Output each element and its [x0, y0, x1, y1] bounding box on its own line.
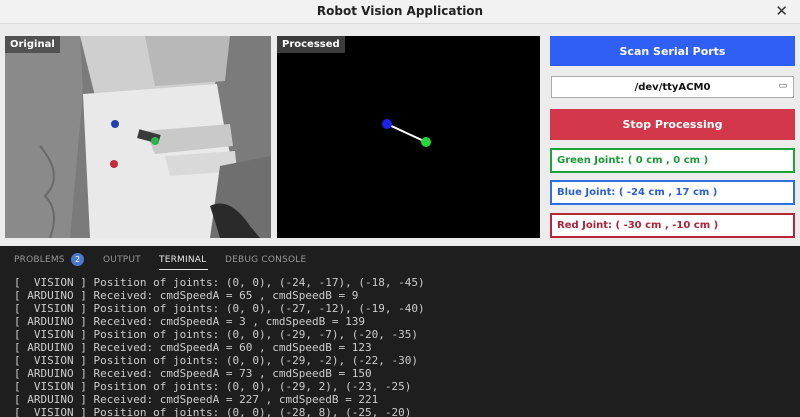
- serial-port-value: /dev/ttyACM0: [634, 81, 711, 93]
- tab-debug-console[interactable]: DEBUG CONSOLE: [225, 255, 306, 265]
- camera-image: [5, 36, 271, 238]
- original-camera-view: Original: [5, 36, 271, 238]
- terminal-line: [ ARDUINO ] Received: cmdSpeedA = 73 , c…: [14, 367, 372, 380]
- terminal-line: [ VISION ] Position of joints: (0, 0), (…: [14, 354, 418, 367]
- processed-view: Processed: [277, 36, 540, 238]
- processed-blue-joint: [382, 119, 392, 129]
- processed-green-joint: [421, 137, 431, 147]
- terminal-output[interactable]: [ VISION ] Position of joints: (0, 0), (…: [0, 272, 800, 417]
- active-tab-indicator: [159, 269, 208, 270]
- scan-serial-ports-button[interactable]: Scan Serial Ports: [550, 36, 795, 66]
- stop-processing-button[interactable]: Stop Processing: [550, 109, 795, 140]
- original-label: Original: [5, 36, 60, 53]
- terminal-line: [ VISION ] Position of joints: (0, 0), (…: [14, 302, 425, 315]
- red-joint-readout: Red Joint: ( -30 cm , -10 cm ): [550, 213, 795, 238]
- close-icon[interactable]: ✕: [775, 2, 788, 20]
- green-joint-readout: Green Joint: ( 0 cm , 0 cm ): [550, 148, 795, 173]
- terminal-line: [ ARDUINO ] Received: cmdSpeedA = 60 , c…: [14, 341, 372, 354]
- terminal-line: [ ARDUINO ] Received: cmdSpeedA = 3 , cm…: [14, 315, 365, 328]
- title-bar: Robot Vision Application ✕: [0, 0, 800, 24]
- tab-problems[interactable]: PROBLEMS: [14, 255, 65, 265]
- terminal-line: [ ARDUINO ] Received: cmdSpeedA = 65 , c…: [14, 289, 359, 302]
- problems-count-badge: 2: [71, 253, 84, 266]
- processed-image: [382, 119, 431, 147]
- tab-output[interactable]: OUTPUT: [103, 255, 141, 265]
- blue-marker: [111, 120, 119, 128]
- terminal-line: [ VISION ] Position of joints: (0, 0), (…: [14, 276, 425, 289]
- dropdown-icon: ▭: [778, 81, 787, 91]
- terminal-line: [ VISION ] Position of joints: (0, 0), (…: [14, 406, 412, 417]
- joint-link: [386, 123, 427, 143]
- terminal-line: [ ARDUINO ] Received: cmdSpeedA = 227 , …: [14, 393, 379, 406]
- serial-port-select[interactable]: /dev/ttyACM0 ▭: [551, 76, 794, 98]
- processed-label: Processed: [277, 36, 345, 53]
- panel-tabs: PROBLEMS 2 OUTPUT TERMINAL DEBUG CONSOLE: [0, 246, 800, 272]
- tab-terminal[interactable]: TERMINAL: [159, 255, 206, 265]
- blue-joint-readout: Blue Joint: ( -24 cm , 17 cm ): [550, 180, 795, 205]
- terminal-line: [ VISION ] Position of joints: (0, 0), (…: [14, 380, 412, 393]
- red-marker: [110, 160, 118, 168]
- window-title: Robot Vision Application: [316, 4, 484, 18]
- terminal-line: [ VISION ] Position of joints: (0, 0), (…: [14, 328, 418, 341]
- green-marker: [151, 137, 159, 145]
